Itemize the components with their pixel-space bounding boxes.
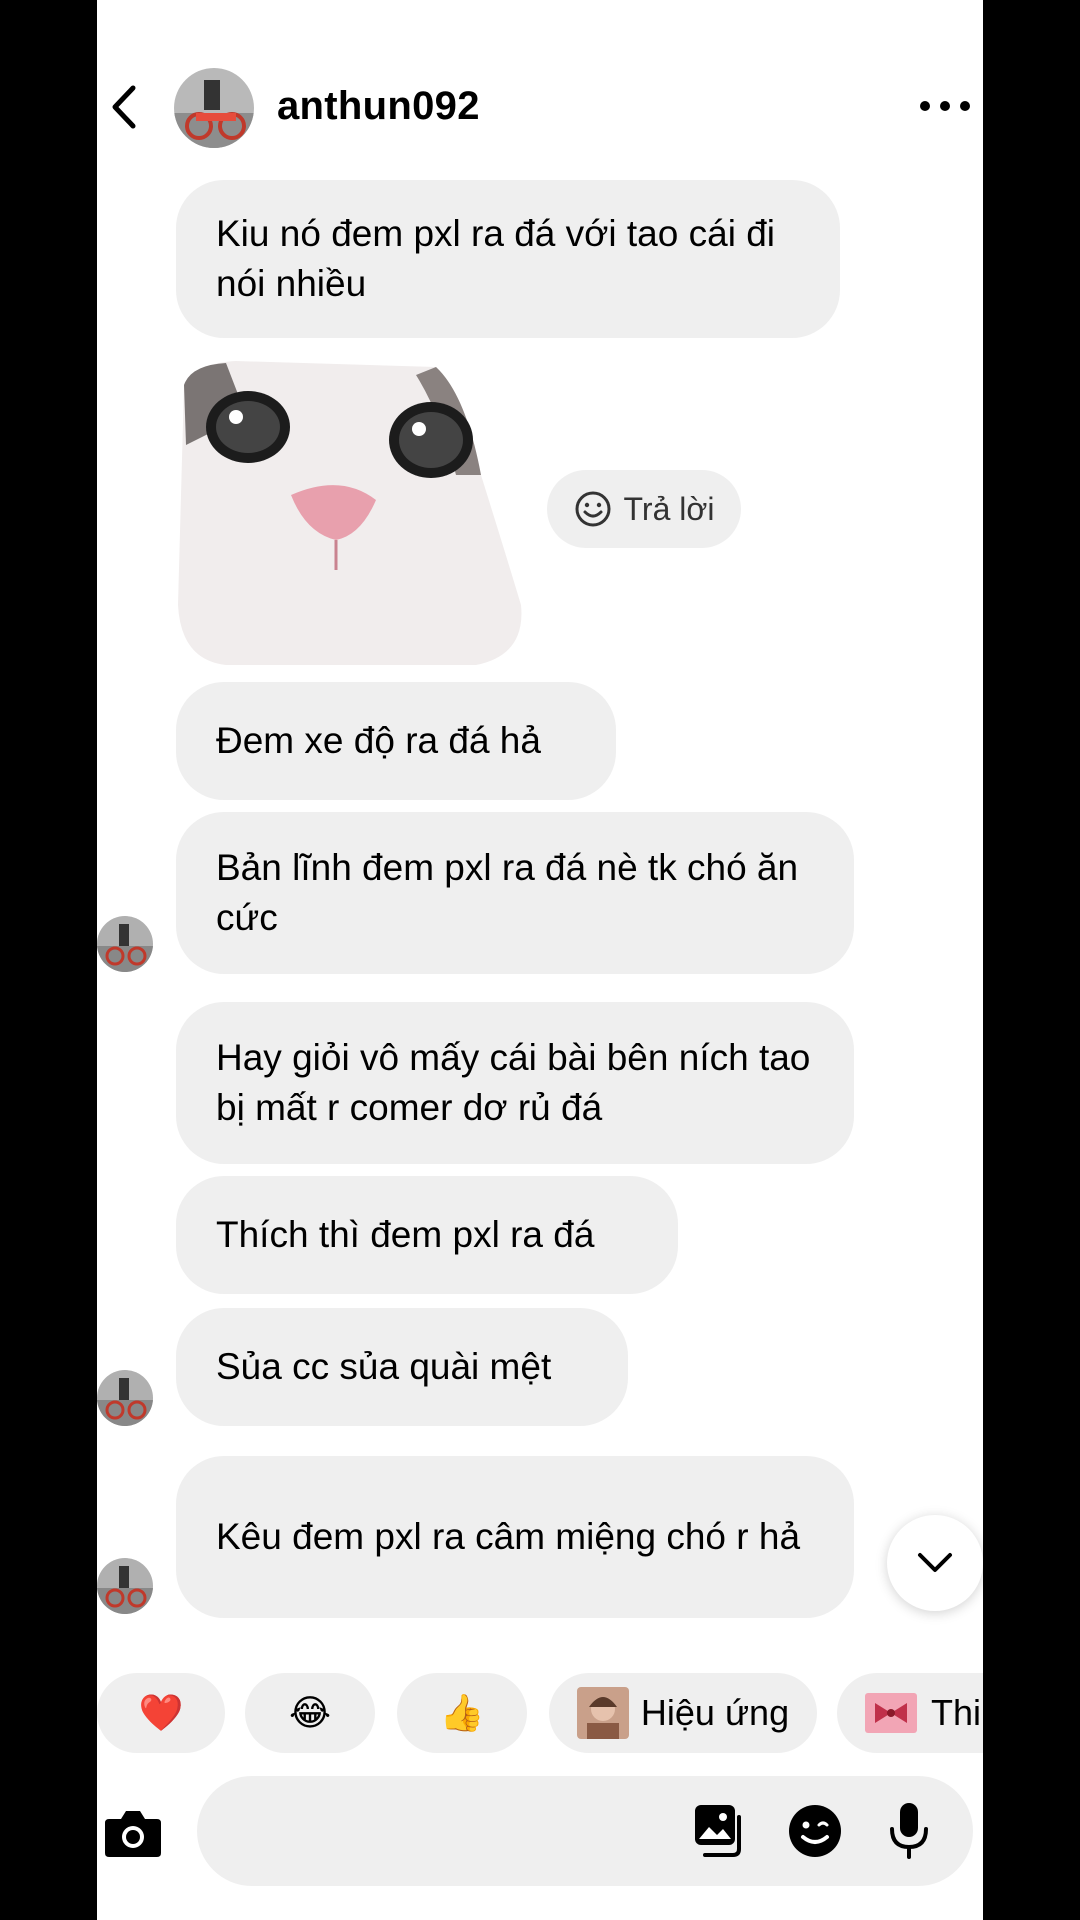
red-heart-icon: ❤️ — [138, 1692, 184, 1733]
camera-icon[interactable] — [103, 1805, 163, 1859]
effect-thumbnail-icon — [576, 1687, 629, 1739]
sender-avatar[interactable] — [97, 1558, 153, 1614]
effects-chip[interactable]: Hiệu ứng — [549, 1673, 817, 1753]
message-text: Bản lĩnh đem pxl ra đá nè tk chó ăn cức — [216, 847, 799, 938]
message-bubble[interactable]: Hay giỏi vô mấy cái bài bên ních tao bị … — [176, 1002, 854, 1164]
sender-avatar[interactable] — [97, 1370, 153, 1426]
scroll-down-button[interactable] — [887, 1515, 983, 1611]
theme-label: Thi — [931, 1692, 982, 1733]
message-bubble[interactable]: Sủa cc sủa quài mệt — [176, 1308, 628, 1426]
reaction-chip-thumbs-up[interactable]: 👍 — [397, 1673, 527, 1753]
message-bubble[interactable]: Thích thì đem pxl ra đá — [176, 1176, 678, 1294]
gallery-icon[interactable] — [691, 1803, 747, 1859]
message-text: Thích thì đem pxl ra đá — [216, 1214, 595, 1255]
effects-label: Hiệu ứng — [640, 1692, 790, 1733]
sticker-icon[interactable] — [787, 1803, 843, 1859]
message-text: Đem xe độ ra đá hả — [216, 720, 541, 761]
sender-avatar[interactable] — [97, 916, 153, 972]
thumbs-up-icon: 👍 — [439, 1692, 485, 1733]
message-text: Kêu đem pxl ra câm miệng chó r hả — [216, 1516, 801, 1557]
reaction-chip-laugh[interactable]: 😂 — [245, 1673, 375, 1753]
message-text: Sủa cc sủa quài mệt — [216, 1346, 552, 1387]
header-username[interactable]: anthun092 — [277, 84, 480, 129]
message-bubble[interactable]: Kiu nó đem pxl ra đá với tao cái đi nói … — [176, 180, 840, 338]
message-bubble[interactable]: Đem xe độ ra đá hả — [176, 682, 616, 800]
message-bubble[interactable]: Bản lĩnh đem pxl ra đá nè tk chó ăn cức — [176, 812, 854, 974]
message-text: Hay giỏi vô mấy cái bài bên ních tao bị … — [216, 1037, 811, 1128]
scroll-down-icon — [918, 1553, 952, 1572]
more-options-icon[interactable] — [919, 96, 971, 116]
reaction-chip-heart[interactable]: ❤️ — [97, 1673, 225, 1753]
back-chevron-icon[interactable] — [105, 82, 145, 132]
message-bubble[interactable]: Kêu đem pxl ra câm miệng chó r hả — [176, 1456, 854, 1618]
cat-sticker[interactable] — [176, 355, 526, 665]
reply-button[interactable]: Trả lời — [547, 470, 741, 548]
header-avatar[interactable] — [174, 68, 254, 148]
theme-chip[interactable]: Thi — [837, 1673, 983, 1753]
chat-screen: anthun092 Kiu nó đem pxl ra đá với tao c… — [97, 0, 983, 1920]
bow-theme-icon — [865, 1693, 917, 1733]
message-text: Kiu nó đem pxl ra đá với tao cái đi nói … — [216, 213, 775, 304]
smiley-icon — [575, 491, 611, 527]
reply-label: Trả lời — [623, 490, 715, 527]
tears-of-joy-icon: 😂 — [288, 1692, 332, 1733]
microphone-icon[interactable] — [887, 1801, 931, 1861]
message-input[interactable] — [197, 1776, 973, 1886]
